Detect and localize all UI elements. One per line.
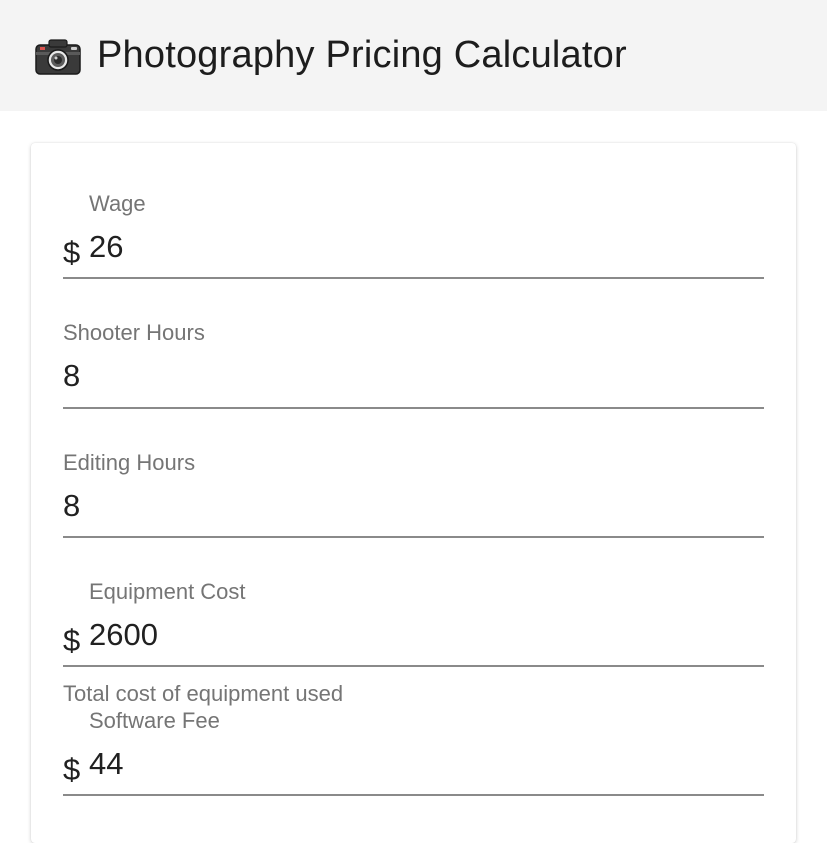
camera-icon — [35, 38, 81, 75]
editing-hours-underline — [63, 536, 764, 538]
shooter-hours-label: Shooter Hours — [63, 320, 205, 345]
software-fee-input[interactable]: 44 — [89, 746, 123, 782]
equipment-cost-underline — [63, 665, 764, 667]
calculator-card: Wage $ 26 Shooter Hours 8 Editing Hours … — [31, 143, 796, 843]
software-fee-prefix: $ — [63, 752, 81, 787]
wage-prefix: $ — [63, 235, 81, 270]
software-fee-underline — [63, 794, 764, 796]
equipment-cost-field: Equipment Cost $ 2600 Total cost of equi… — [63, 579, 764, 709]
equipment-cost-input[interactable]: 2600 — [89, 617, 158, 653]
equipment-cost-prefix: $ — [63, 623, 81, 658]
shooter-hours-input[interactable]: 8 — [63, 358, 80, 394]
wage-field: Wage $ 26 — [63, 191, 764, 281]
shooter-hours-field: Shooter Hours 8 — [63, 320, 764, 410]
page-title: Photography Pricing Calculator — [97, 34, 627, 76]
wage-underline — [63, 277, 764, 279]
app-header: Photography Pricing Calculator — [0, 0, 827, 111]
editing-hours-field: Editing Hours 8 — [63, 450, 764, 540]
wage-input[interactable]: 26 — [89, 229, 123, 265]
editing-hours-input[interactable]: 8 — [63, 488, 80, 524]
equipment-cost-label: Equipment Cost — [89, 579, 246, 604]
software-fee-label: Software Fee — [89, 708, 220, 733]
software-fee-field: Software Fee $ 44 — [63, 708, 764, 798]
equipment-cost-helper-text: Total cost of equipment used — [63, 681, 344, 706]
wage-label: Wage — [89, 191, 146, 216]
shooter-hours-underline — [63, 407, 764, 409]
editing-hours-label: Editing Hours — [63, 450, 196, 475]
